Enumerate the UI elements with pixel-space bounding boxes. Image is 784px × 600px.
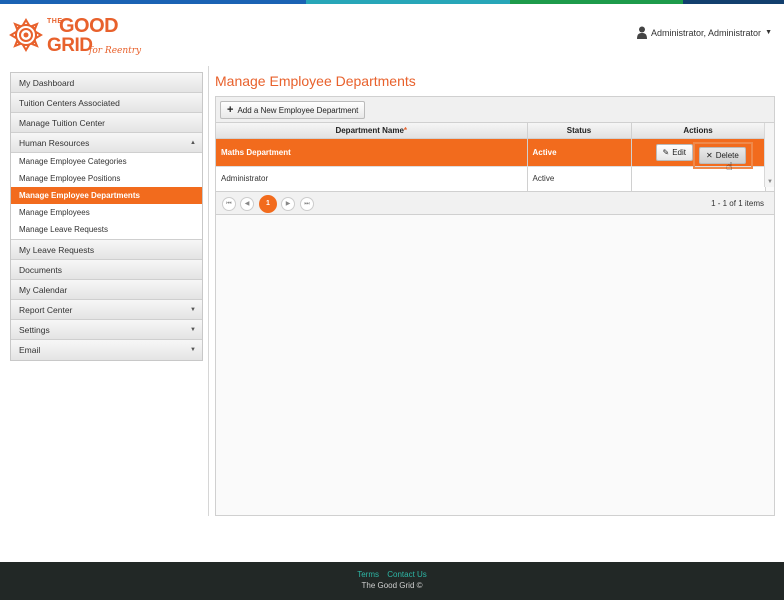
add-department-label: Add a New Employee Department — [237, 105, 359, 115]
sidebar-item-settings[interactable]: Settings ▼ — [11, 320, 202, 340]
logo-gear-icon — [9, 18, 43, 52]
sidebar-item-label: Human Resources — [19, 138, 90, 148]
delete-button[interactable]: ✕ Delete — [699, 146, 746, 164]
sidebar-subitem-leave-requests[interactable]: Manage Leave Requests — [11, 221, 202, 238]
edit-label: Edit — [672, 147, 686, 157]
sidebar-subitem-employees[interactable]: Manage Employees — [11, 204, 202, 221]
user-avatar-icon — [637, 26, 648, 39]
sidebar-subitem-employee-departments[interactable]: Manage Employee Departments — [11, 187, 202, 204]
current-page-button[interactable]: 1 — [259, 195, 277, 213]
footer-copyright: The Good Grid © — [361, 581, 423, 590]
grid-toolbar: + Add a New Employee Department — [216, 97, 774, 123]
page-title: Manage Employee Departments — [215, 73, 416, 89]
content-divider — [208, 66, 209, 516]
logo-grid: GRID — [47, 35, 93, 56]
sidebar-item-label: Report Center — [19, 305, 73, 315]
cell-department-name: Administrator — [216, 166, 528, 192]
sidebar-item-label: Documents — [19, 265, 62, 275]
sidebar-item-label: Tuition Centers Associated — [19, 98, 120, 108]
cell-status: Active — [527, 138, 632, 167]
logo[interactable]: THE GOOD GRID for Reentry — [9, 12, 149, 60]
sidebar-item-tuition-centers-associated[interactable]: Tuition Centers Associated — [11, 93, 202, 113]
sidebar-item-label: My Leave Requests — [19, 245, 95, 255]
next-page-button[interactable]: ▶ — [281, 197, 295, 211]
sidebar-item-report-center[interactable]: Report Center ▼ — [11, 300, 202, 320]
sidebar-subitem-employee-categories[interactable]: Manage Employee Categories — [11, 153, 202, 170]
cell-actions: ✎ Edit ✕ Delete ☝ — [631, 138, 766, 173]
terms-link[interactable]: Terms — [357, 570, 379, 579]
logo-tagline: for Reentry — [89, 46, 142, 56]
table-row[interactable]: Maths Department Active ✎ Edit ✕ Delete … — [216, 138, 766, 173]
sidebar-item-my-calendar[interactable]: My Calendar — [11, 280, 202, 300]
sidebar: My Dashboard Tuition Centers Associated … — [10, 72, 203, 361]
cell-actions — [631, 166, 766, 192]
grid-pager: ⏮ ◀ 1 ▶ ⏭ 1 - 1 of 1 items — [216, 191, 774, 215]
main-content: Manage Employee Departments + Add a New … — [215, 72, 775, 516]
chevron-down-icon: ▼ — [190, 307, 196, 313]
cell-department-name: Maths Department — [216, 138, 528, 167]
chevron-down-icon: ▼ — [190, 347, 196, 353]
column-header-actions: Actions — [631, 123, 766, 139]
sidebar-item-label: Settings — [19, 325, 50, 335]
sidebar-item-human-resources[interactable]: Human Resources ▲ — [11, 133, 202, 153]
footer: Terms Contact Us The Good Grid © — [0, 562, 784, 600]
sidebar-group-human-resources: Human Resources ▲ Manage Employee Catego… — [11, 133, 202, 240]
sidebar-item-my-leave-requests[interactable]: My Leave Requests — [11, 240, 202, 260]
pager-info: 1 - 1 of 1 items — [711, 199, 764, 208]
edit-button[interactable]: ✎ Edit — [655, 143, 693, 161]
sidebar-item-dashboard[interactable]: My Dashboard — [11, 73, 202, 93]
contact-link[interactable]: Contact Us — [387, 570, 427, 579]
sidebar-item-label: My Dashboard — [19, 78, 75, 88]
user-name: Administrator, Administrator — [651, 27, 762, 38]
departments-table: Department Name* Status Actions Maths De… — [216, 123, 766, 192]
prev-page-button[interactable]: ◀ — [240, 197, 254, 211]
chevron-up-icon: ▲ — [190, 140, 196, 146]
sidebar-item-manage-tuition-center[interactable]: Manage Tuition Center — [11, 113, 202, 133]
grid-scrollbar[interactable]: ▼ — [764, 123, 774, 187]
required-mark: * — [403, 125, 408, 135]
table-header-row: Department Name* Status Actions — [216, 123, 766, 139]
delete-label: Delete — [715, 150, 739, 160]
departments-grid: + Add a New Employee Department Departme… — [215, 96, 775, 516]
sidebar-item-label: My Calendar — [19, 285, 68, 295]
delete-highlight: ✕ Delete ☝ — [693, 141, 753, 173]
column-header-status[interactable]: Status — [527, 123, 632, 139]
hand-cursor-icon: ☝ — [726, 160, 733, 173]
scroll-down-icon[interactable]: ▼ — [767, 179, 773, 185]
plus-icon: + — [227, 103, 234, 116]
close-icon: ✕ — [706, 150, 713, 160]
header: THE GOOD GRID for Reentry Administrator,… — [0, 4, 784, 66]
user-menu[interactable]: Administrator, Administrator ▼ — [637, 26, 772, 39]
table-row[interactable]: Administrator Active — [216, 166, 766, 192]
sidebar-item-label: Manage Tuition Center — [19, 118, 105, 128]
add-department-button[interactable]: + Add a New Employee Department — [220, 101, 366, 119]
sidebar-subitem-employee-positions[interactable]: Manage Employee Positions — [11, 170, 202, 187]
logo-the: THE — [47, 18, 63, 25]
cell-status: Active — [527, 166, 632, 192]
footer-links: Terms Contact Us — [0, 570, 784, 579]
pencil-icon: ✎ — [662, 147, 670, 157]
caret-down-icon: ▼ — [765, 29, 772, 36]
first-page-button[interactable]: ⏮ — [222, 197, 236, 211]
column-header-department-name[interactable]: Department Name* — [216, 123, 528, 139]
sidebar-item-email[interactable]: Email ▼ — [11, 340, 202, 360]
sidebar-item-label: Email — [19, 345, 41, 355]
logo-good: GOOD — [59, 15, 119, 37]
chevron-down-icon: ▼ — [190, 327, 196, 333]
last-page-button[interactable]: ⏭ — [300, 197, 314, 211]
column-header-label: Department Name — [335, 125, 404, 135]
sidebar-item-documents[interactable]: Documents — [11, 260, 202, 280]
